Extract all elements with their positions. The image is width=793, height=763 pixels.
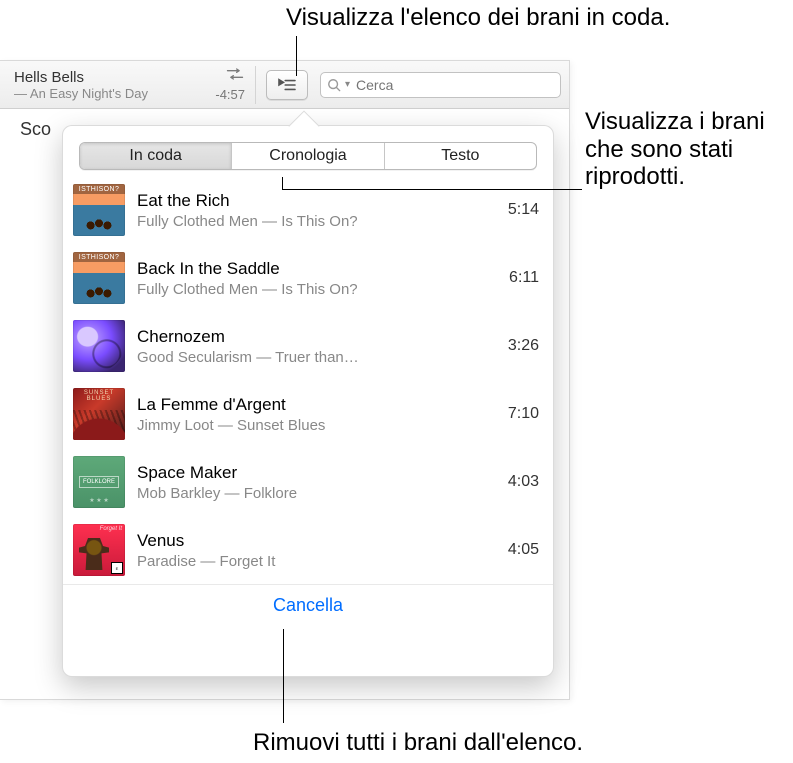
track-info: Back In the Saddle Fully Clothed Men — Is…	[137, 259, 501, 298]
album-art	[73, 252, 125, 304]
track-title: Venus	[137, 531, 500, 551]
callout-line	[296, 36, 297, 76]
search-icon	[327, 78, 341, 92]
top-toolbar: Hells Bells — An Easy Night's Day -4:57 …	[0, 61, 569, 109]
callout-right: Visualizza i brani che sono stati riprod…	[585, 108, 785, 191]
album-art: E	[73, 524, 125, 576]
now-playing-subtitle: — An Easy Night's Day	[14, 86, 197, 101]
track-title: Back In the Saddle	[137, 259, 501, 279]
track-duration: 4:05	[508, 541, 539, 559]
separator	[255, 66, 256, 104]
chevron-down-icon[interactable]: ▾	[345, 79, 350, 90]
subheader-label: Sco	[20, 119, 51, 140]
album-art	[73, 388, 125, 440]
tab-history[interactable]: Cronologia	[232, 143, 384, 169]
track-subtitle: Fully Clothed Men — Is This On?	[137, 281, 501, 298]
time-remaining: -4:57	[215, 87, 245, 102]
callout-top: Visualizza l'elenco dei brani in coda.	[286, 4, 670, 32]
album-art	[73, 184, 125, 236]
tab-bar: In coda Cronologia Testo	[79, 142, 537, 170]
track-info: Venus Paradise — Forget It	[137, 531, 500, 570]
callout-line	[283, 629, 284, 723]
shuffle-repeat-icon[interactable]	[225, 67, 245, 85]
track-duration: 5:14	[508, 201, 539, 219]
track-subtitle: Jimmy Loot — Sunset Blues	[137, 417, 500, 434]
track-duration: 6:11	[509, 269, 539, 287]
track-duration: 7:10	[508, 405, 539, 423]
track-title: Space Maker	[137, 463, 500, 483]
track-row[interactable]: La Femme d'Argent Jimmy Loot — Sunset Blu…	[63, 380, 553, 448]
now-playing-title: Hells Bells	[14, 69, 197, 86]
track-title: Eat the Rich	[137, 191, 500, 211]
callout-line	[282, 177, 283, 189]
queue-button[interactable]	[266, 70, 308, 100]
search-field[interactable]: ▾	[320, 72, 561, 98]
track-subtitle: Mob Barkley — Folklore	[137, 485, 500, 502]
clear-button[interactable]: Cancella	[63, 595, 553, 616]
album-art	[73, 456, 125, 508]
track-subtitle: Fully Clothed Men — Is This On?	[137, 213, 500, 230]
clear-row: Cancella	[63, 584, 553, 626]
track-subtitle: Paradise — Forget It	[137, 553, 500, 570]
album-art	[73, 320, 125, 372]
search-input[interactable]	[356, 77, 554, 93]
track-duration: 3:26	[508, 337, 539, 355]
track-list: Eat the Rich Fully Clothed Men — Is This …	[63, 176, 553, 584]
tab-lyrics[interactable]: Testo	[385, 143, 536, 169]
track-duration: 4:03	[508, 473, 539, 491]
track-subtitle: Good Secularism — Truer than…	[137, 349, 500, 366]
callout-bottom: Rimuovi tutti i brani dall'elenco.	[253, 729, 583, 757]
now-playing-side: -4:57	[203, 67, 245, 102]
callout-line	[282, 189, 582, 190]
track-info: Space Maker Mob Barkley — Folklore	[137, 463, 500, 502]
track-info: Eat the Rich Fully Clothed Men — Is This …	[137, 191, 500, 230]
track-row[interactable]: Space Maker Mob Barkley — Folklore 4:03	[63, 448, 553, 516]
track-row[interactable]: Eat the Rich Fully Clothed Men — Is This …	[63, 176, 553, 244]
now-playing[interactable]: Hells Bells — An Easy Night's Day	[8, 65, 203, 105]
track-title: Chernozem	[137, 327, 500, 347]
tab-up-next[interactable]: In coda	[80, 143, 232, 169]
track-row[interactable]: E Venus Paradise — Forget It 4:05	[63, 516, 553, 584]
track-info: Chernozem Good Secularism — Truer than…	[137, 327, 500, 366]
queue-popover: In coda Cronologia Testo Eat the Rich Ful…	[62, 125, 554, 677]
track-row[interactable]: Chernozem Good Secularism — Truer than… 3:…	[63, 312, 553, 380]
track-title: La Femme d'Argent	[137, 395, 500, 415]
track-row[interactable]: Back In the Saddle Fully Clothed Men — Is…	[63, 244, 553, 312]
track-info: La Femme d'Argent Jimmy Loot — Sunset Blu…	[137, 395, 500, 434]
